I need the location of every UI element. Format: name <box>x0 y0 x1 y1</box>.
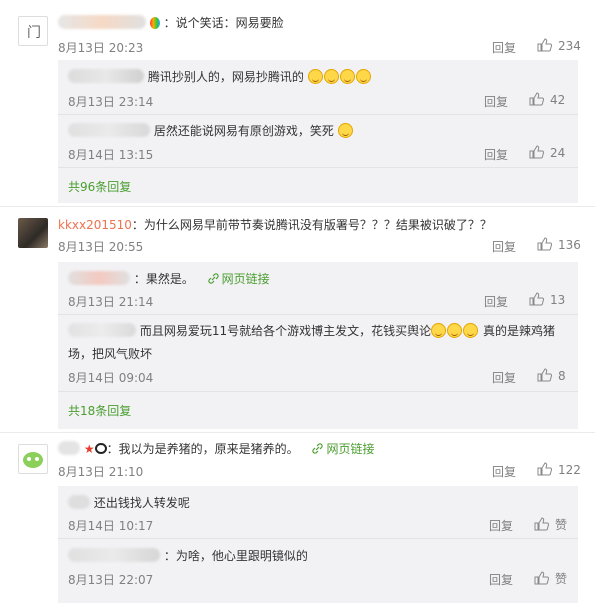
username[interactable] <box>68 271 130 285</box>
username[interactable] <box>68 495 90 509</box>
avatar[interactable]: 门 <box>18 16 48 46</box>
thumb-up-icon <box>529 92 544 106</box>
like-button[interactable]: 赞 <box>534 516 567 533</box>
reply-button[interactable]: 回复 <box>484 146 508 163</box>
sub-reply-time: 8月13日 22:07 <box>68 573 154 587</box>
divider <box>0 206 595 207</box>
sub-reply-text: ：为啥，他心里跟明镜似的 <box>163 549 308 563</box>
thumb-up-icon <box>537 368 552 382</box>
divider <box>58 114 578 115</box>
sub-reply-text: 而且网易爱玩11号就给各个游戏博主发文，花钱买舆论 <box>139 324 432 338</box>
thumb-up-icon <box>534 517 549 531</box>
like-count: 122 <box>558 463 581 477</box>
like-count: 13 <box>550 293 566 307</box>
thumb-up-icon <box>537 237 552 251</box>
reply-button[interactable]: 回复 <box>492 238 516 255</box>
like-button[interactable]: 24 <box>529 145 565 160</box>
divider <box>58 167 578 168</box>
like-label: 赞 <box>555 572 568 586</box>
comment-text: ：我以为是养猪的，原来是猪养的。 <box>106 442 299 456</box>
divider <box>58 538 578 539</box>
like-button[interactable]: 234 <box>537 38 581 53</box>
thumb-up-icon <box>534 571 549 585</box>
sub-reply-time: 8月13日 21:14 <box>68 295 154 309</box>
reply-button[interactable]: 回复 <box>489 517 513 534</box>
comment-time: 8月13日 20:55 <box>58 240 144 254</box>
divider <box>58 314 578 315</box>
web-link[interactable]: 网页链接 <box>312 442 374 456</box>
balloon-icon <box>149 17 160 29</box>
username[interactable]: kkxx201510 <box>58 218 132 232</box>
sub-reply-header: 腾讯抄别人的，网易抄腾讯的 <box>68 68 372 85</box>
sub-reply-header: 还出钱找人转发呢 <box>68 494 190 511</box>
username[interactable] <box>68 323 136 337</box>
sub-reply-text: ：果然是。 <box>133 272 194 286</box>
smile-emoji-icon <box>431 323 479 338</box>
more-replies-link[interactable]: 共96条回复 <box>68 178 131 195</box>
sub-reply-time: 8月14日 10:17 <box>68 519 154 533</box>
username[interactable] <box>68 548 160 562</box>
thumb-up-icon <box>537 38 552 52</box>
like-button[interactable]: 赞 <box>534 570 567 587</box>
like-button[interactable]: 8 <box>537 368 566 383</box>
like-count: 8 <box>558 369 566 383</box>
emoji-cat-icon <box>307 69 372 84</box>
sub-reply-text-wrap: 场，把风气败坏 <box>68 347 153 361</box>
divider <box>58 391 578 392</box>
like-button[interactable]: 42 <box>529 92 565 107</box>
sub-reply-text-cont: 真的是辣鸡猪 <box>482 324 555 338</box>
laugh-emoji-icon <box>337 123 353 138</box>
reply-button[interactable]: 回复 <box>484 93 508 110</box>
more-replies-link[interactable]: 共18条回复 <box>68 402 131 419</box>
svg-text:门: 门 <box>27 25 41 41</box>
reply-button[interactable]: 回复 <box>489 571 513 588</box>
divider <box>0 432 595 433</box>
sub-reply-text: 居然还能说网易有原创游戏，笑死 <box>153 124 334 138</box>
like-count: 234 <box>558 39 581 53</box>
comment-header: ：说个笑话：网易要脸 <box>58 14 284 31</box>
sub-reply-header: 而且网易爱玩11号就给各个游戏博主发文，花钱买舆论 真的是辣鸡猪 <box>68 322 555 339</box>
star-icon: ★ <box>83 442 95 456</box>
thumb-up-icon <box>529 292 544 306</box>
reply-button[interactable]: 回复 <box>484 293 508 310</box>
sub-reply-time: 8月13日 23:14 <box>68 95 154 109</box>
like-button[interactable]: 136 <box>537 237 581 252</box>
reply-button[interactable]: 回复 <box>492 463 516 480</box>
like-count: 24 <box>550 146 566 160</box>
sub-reply-text: 腾讯抄别人的，网易抄腾讯的 <box>147 70 304 84</box>
link-icon <box>208 273 219 284</box>
username[interactable] <box>68 123 150 137</box>
reply-button[interactable]: 回复 <box>492 369 516 386</box>
comment-time: 8月13日 21:10 <box>58 465 144 479</box>
reply-button[interactable]: 回复 <box>492 39 516 56</box>
sub-reply-header: ：果然是。 网页链接 <box>68 270 270 287</box>
username[interactable] <box>68 69 144 83</box>
comment-time: 8月13日 20:23 <box>58 41 144 55</box>
like-button[interactable]: 13 <box>529 292 565 307</box>
like-count: 136 <box>558 238 581 252</box>
sub-reply-text: 还出钱找人转发呢 <box>93 496 190 510</box>
avatar[interactable] <box>18 218 48 248</box>
thumb-up-icon <box>537 462 552 476</box>
username[interactable] <box>58 15 146 29</box>
web-link[interactable]: 网页链接 <box>208 272 270 286</box>
panda-icon <box>94 443 107 454</box>
like-button[interactable]: 122 <box>537 462 581 477</box>
comment-text: ：为什么网易早前带节奏说腾讯没有版署号？？？结果被识破了？？ <box>131 218 492 232</box>
sub-reply-header: ：为啥，他心里跟明镜似的 <box>68 547 308 564</box>
like-count: 42 <box>550 93 566 107</box>
avatar[interactable] <box>18 444 48 474</box>
sub-reply-time: 8月14日 13:15 <box>68 148 154 162</box>
sub-reply-header: 居然还能说网易有原创游戏，笑死 <box>68 122 354 139</box>
thumb-up-icon <box>529 145 544 159</box>
comment-text: ：说个笑话：网易要脸 <box>163 16 284 30</box>
sub-reply-time: 8月14日 09:04 <box>68 371 154 385</box>
link-icon <box>312 443 324 454</box>
username[interactable] <box>58 441 80 455</box>
like-label: 赞 <box>555 518 568 532</box>
comment-header: ★ ：我以为是养猪的，原来是猪养的。 网页链接 <box>58 440 374 457</box>
comment-header: kkxx201510：为什么网易早前带节奏说腾讯没有版署号？？？结果被识破了？？ <box>58 216 492 233</box>
